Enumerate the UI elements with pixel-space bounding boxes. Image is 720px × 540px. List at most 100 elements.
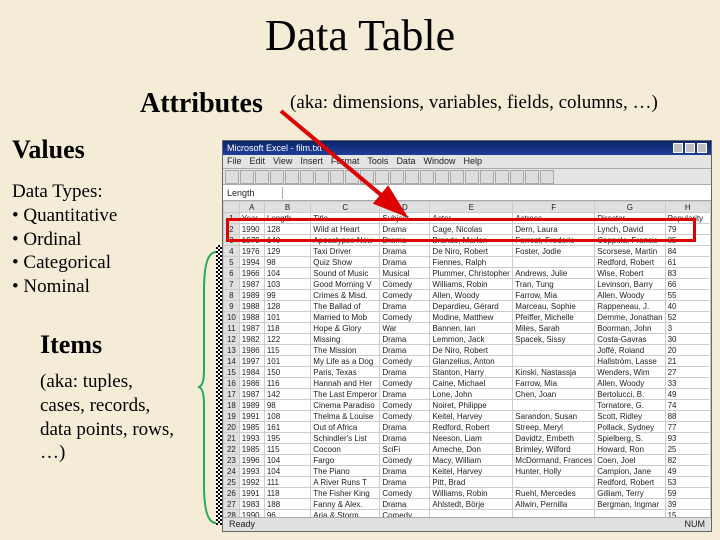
row-header[interactable]: 22 — [224, 444, 240, 455]
cell[interactable]: 20 — [665, 345, 710, 356]
cell[interactable]: 1988 — [239, 301, 264, 312]
cell[interactable]: 104 — [264, 455, 310, 466]
row-header[interactable]: 4 — [224, 246, 240, 257]
toolbar-button[interactable] — [315, 170, 329, 184]
cell[interactable]: Dern, Laura — [513, 224, 595, 235]
toolbar-button[interactable] — [495, 170, 509, 184]
cell[interactable]: Brimley, Wilford — [513, 444, 595, 455]
cell[interactable]: 161 — [264, 422, 310, 433]
toolbar-button[interactable] — [225, 170, 239, 184]
cell[interactable]: Keitel, Harvey — [430, 411, 513, 422]
cell[interactable]: Comedy — [380, 455, 430, 466]
cell[interactable]: Farrow, Mia — [513, 290, 595, 301]
cell[interactable]: Drama — [380, 499, 430, 510]
cell[interactable]: 111 — [264, 477, 310, 488]
row-header[interactable]: 17 — [224, 389, 240, 400]
cell[interactable]: 1982 — [239, 334, 264, 345]
cell[interactable]: 142 — [264, 389, 310, 400]
row-header[interactable]: 9 — [224, 301, 240, 312]
toolbar-button[interactable] — [330, 170, 344, 184]
cell[interactable]: Married to Mob — [311, 312, 380, 323]
cell[interactable]: 25 — [665, 444, 710, 455]
cell[interactable]: 98 — [264, 257, 310, 268]
row-header[interactable]: 6 — [224, 268, 240, 279]
cell[interactable]: Drama — [380, 389, 430, 400]
cell[interactable]: Stanton, Harry — [430, 367, 513, 378]
cell[interactable]: 1996 — [239, 455, 264, 466]
toolbar-button[interactable] — [240, 170, 254, 184]
row-header[interactable]: 12 — [224, 334, 240, 345]
cell[interactable]: 55 — [665, 290, 710, 301]
cell[interactable]: Thelma & Louise — [311, 411, 380, 422]
row-header[interactable]: 20 — [224, 422, 240, 433]
cell[interactable]: Comedy — [380, 312, 430, 323]
toolbar-button[interactable] — [405, 170, 419, 184]
cell[interactable]: 84 — [665, 246, 710, 257]
menu-view[interactable]: View — [273, 156, 292, 167]
cell[interactable]: Demme, Jonathan — [595, 312, 665, 323]
cell[interactable]: 1991 — [239, 488, 264, 499]
cell[interactable]: 1987 — [239, 389, 264, 400]
cell[interactable]: Pitt, Brad — [430, 477, 513, 488]
cell[interactable]: Farrow, Mia — [513, 378, 595, 389]
menu-tools[interactable]: Tools — [367, 156, 388, 167]
cell[interactable]: 116 — [264, 378, 310, 389]
col-header[interactable]: C — [311, 202, 380, 213]
close-button[interactable] — [697, 143, 707, 153]
cell[interactable]: Drama — [380, 477, 430, 488]
cell[interactable]: 1990 — [239, 510, 264, 518]
cell[interactable]: 30 — [665, 334, 710, 345]
cell[interactable]: Taxi Driver — [311, 246, 380, 257]
cell[interactable]: Ruehl, Mercedes — [513, 488, 595, 499]
cell[interactable]: Cage, Nicolas — [430, 224, 513, 235]
cell[interactable]: Bertolucci, B. — [595, 389, 665, 400]
header-cell[interactable]: Actress — [513, 213, 595, 224]
cell[interactable]: 39 — [665, 499, 710, 510]
cell[interactable]: 93 — [665, 433, 710, 444]
col-header[interactable]: E — [430, 202, 513, 213]
col-header[interactable]: H — [665, 202, 710, 213]
cell[interactable]: 118 — [264, 488, 310, 499]
cell[interactable]: Wenders, Wim — [595, 367, 665, 378]
cell[interactable]: Foster, Jodie — [513, 246, 595, 257]
cell[interactable]: Quiz Show — [311, 257, 380, 268]
cell[interactable]: Pollack, Sydney — [595, 422, 665, 433]
cell[interactable]: A River Runs T — [311, 477, 380, 488]
row-header[interactable]: 23 — [224, 455, 240, 466]
cell[interactable]: 1987 — [239, 323, 264, 334]
cell[interactable]: Good Morning V — [311, 279, 380, 290]
cell[interactable]: 88 — [665, 411, 710, 422]
cell[interactable] — [430, 510, 513, 518]
cell[interactable]: Missing — [311, 334, 380, 345]
cell[interactable]: Redford, Robert — [595, 477, 665, 488]
cell[interactable]: De Niro, Robert — [430, 345, 513, 356]
cell[interactable]: Musical — [380, 268, 430, 279]
row-header[interactable]: 3 — [224, 235, 240, 246]
cell[interactable]: 79 — [665, 224, 710, 235]
row-header[interactable]: 19 — [224, 411, 240, 422]
cell[interactable]: 1976 — [239, 246, 264, 257]
cell[interactable]: Streep, Meryl — [513, 422, 595, 433]
cell[interactable] — [513, 257, 595, 268]
cell[interactable]: Spielberg, S. — [595, 433, 665, 444]
menu-edit[interactable]: Edit — [250, 156, 266, 167]
cell[interactable]: Cocoon — [311, 444, 380, 455]
toolbar-button[interactable] — [420, 170, 434, 184]
cell[interactable]: SciFi — [380, 444, 430, 455]
excel-grid[interactable]: ABCDEFGH1YearLengthTitleSubjectActorActr… — [223, 201, 711, 517]
row-header[interactable]: 10 — [224, 312, 240, 323]
toolbar-button[interactable] — [435, 170, 449, 184]
cell[interactable]: 15 — [665, 510, 710, 518]
cell[interactable]: Pfeiffer, Michelle — [513, 312, 595, 323]
row-header[interactable]: 1 — [224, 213, 240, 224]
cell[interactable]: 77 — [665, 422, 710, 433]
cell[interactable]: Williams, Robin — [430, 279, 513, 290]
cell[interactable]: 1966 — [239, 268, 264, 279]
cell[interactable] — [513, 510, 595, 518]
cell[interactable]: Drama — [380, 224, 430, 235]
cell[interactable]: 27 — [665, 367, 710, 378]
cell[interactable]: Apocalypse Now — [311, 235, 380, 246]
cell[interactable]: Comedy — [380, 290, 430, 301]
row-header[interactable]: 7 — [224, 279, 240, 290]
cell[interactable]: Boorman, John — [595, 323, 665, 334]
